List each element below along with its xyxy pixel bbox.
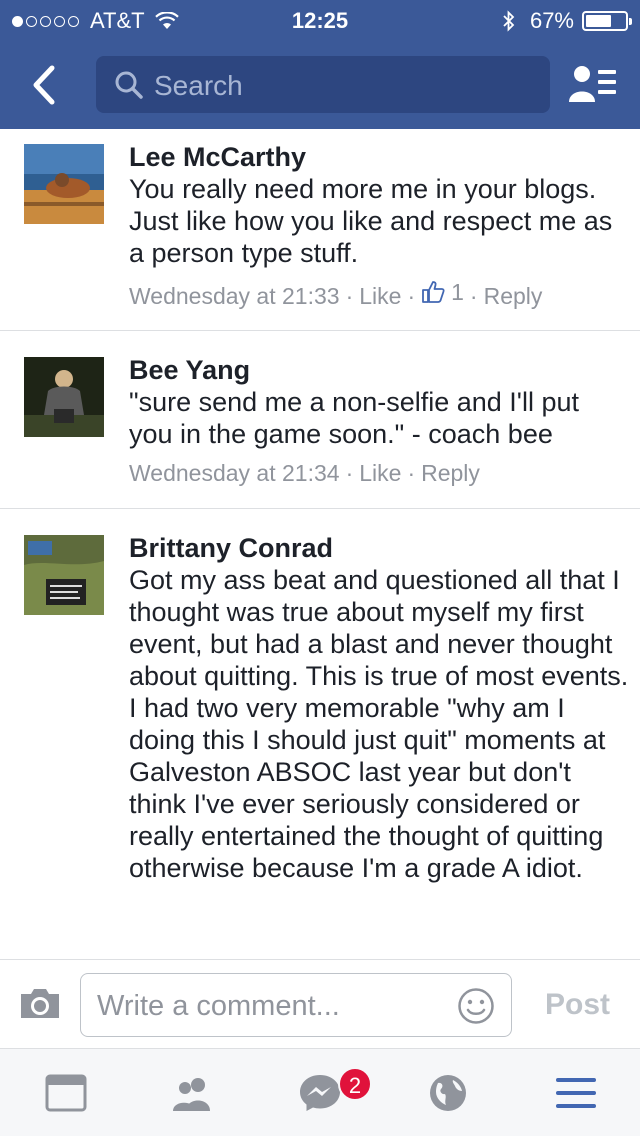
comment-author[interactable]: Bee Yang [129,354,630,386]
like-link[interactable]: Like [359,283,401,309]
comment-input[interactable]: Write a comment... [80,973,512,1037]
friends-icon[interactable] [170,1073,214,1113]
comment-text: "sure send me a non-selfie and I'll put … [129,387,579,449]
like-link[interactable]: Like [359,460,401,486]
avatar[interactable] [24,535,104,615]
comment-meta: Wednesday at 21:34 · Like · Reply [129,460,480,486]
comment-timestamp: Wednesday at 21:34 [129,460,340,486]
camera-icon[interactable] [18,985,62,1021]
status-bar: AT&T 12:25 67% [0,0,640,40]
comment-list: Lee McCarthy You really need more me in … [0,129,640,959]
battery-tip [629,18,632,25]
battery-icon [582,11,632,31]
smiley-icon[interactable] [457,987,495,1025]
post-button[interactable]: Post [545,988,610,1022]
back-chevron-icon[interactable] [30,64,58,106]
comment-body: Bee Yang "sure send me a non-selfie and … [129,331,640,488]
search-placeholder: Search [154,70,243,101]
globe-icon[interactable] [426,1073,470,1113]
comment: Brittany Conrad Got my ass beat and ques… [0,509,640,884]
news-feed-icon[interactable] [44,1073,88,1113]
comment-text: Got my ass beat and questioned all that … [129,565,629,883]
search-bar[interactable]: Search [96,56,550,113]
friends-list-icon[interactable] [568,64,618,104]
reply-link[interactable]: Reply [484,283,543,309]
comment-body: Brittany Conrad Got my ass beat and ques… [129,509,640,884]
tab-bar: 2 [0,1048,640,1136]
avatar[interactable] [24,357,104,437]
comment-body: Lee McCarthy You really need more me in … [129,129,640,311]
comment-author[interactable]: Brittany Conrad [129,532,630,564]
reply-link[interactable]: Reply [421,460,480,486]
like-count[interactable]: 1 [421,277,464,307]
comment-author[interactable]: Lee McCarthy [129,141,630,173]
search-icon [115,71,143,99]
battery-group: 67% [502,8,632,34]
thumbs-up-icon [422,281,445,303]
comment-text: You really need more me in your blogs. J… [129,174,613,268]
bluetooth-icon [503,10,515,32]
messenger-badge: 2 [338,1067,372,1101]
comment-timestamp: Wednesday at 21:33 [129,283,340,309]
avatar[interactable] [24,144,104,224]
comment-meta: Wednesday at 21:33 · Like · 1 · Reply [129,277,543,309]
navigation-bar: Search [0,40,640,129]
battery-percent: 67% [529,8,574,33]
messenger-icon[interactable] [298,1073,342,1113]
comment: Bee Yang "sure send me a non-selfie and … [0,331,640,509]
comment: Lee McCarthy You really need more me in … [0,129,640,331]
battery-level [586,15,612,27]
menu-icon[interactable] [554,1073,598,1113]
comment-composer: Write a comment... Post [0,959,640,1048]
comment-input-placeholder: Write a comment... [97,990,340,1022]
